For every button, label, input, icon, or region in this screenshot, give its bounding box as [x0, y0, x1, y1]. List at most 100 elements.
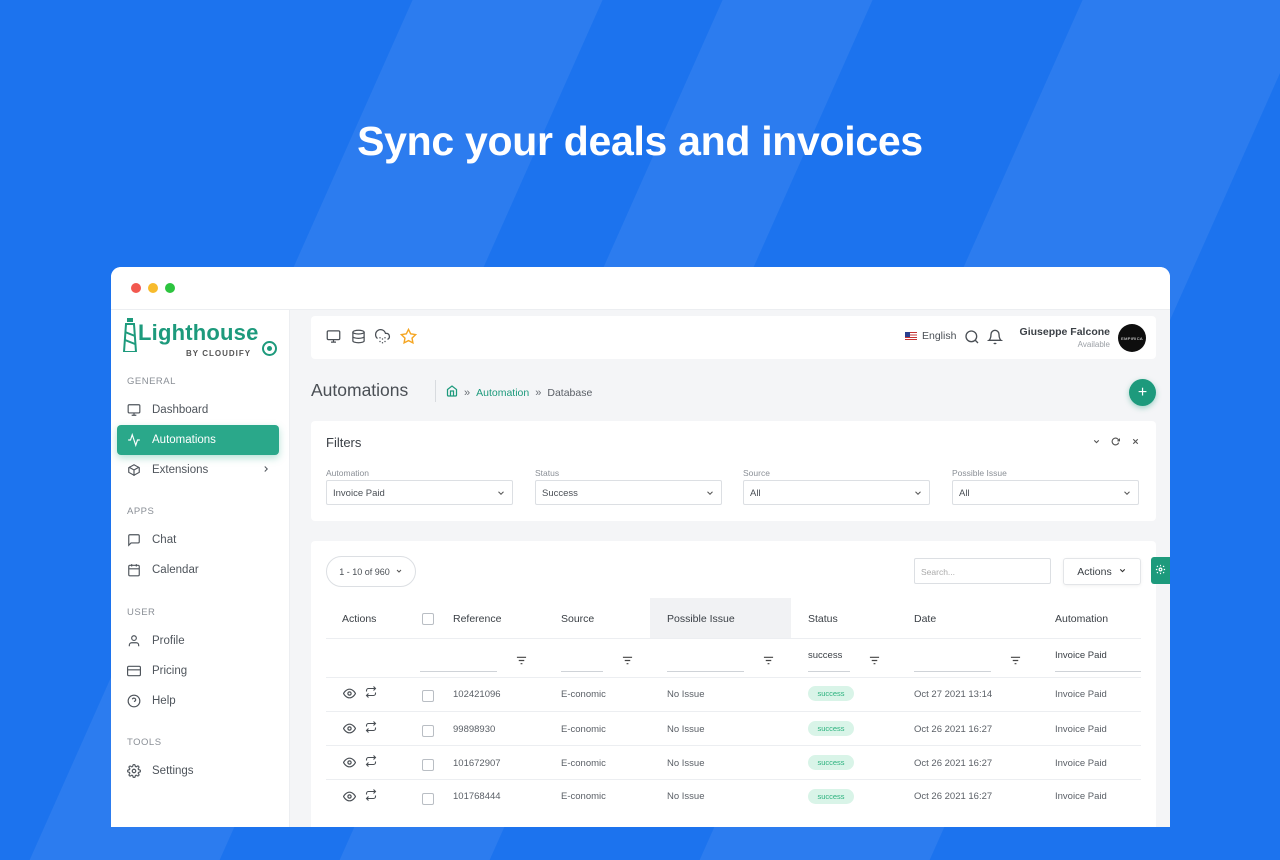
settings-icon: [127, 764, 141, 778]
sidebar-item-pricing[interactable]: Pricing: [117, 656, 279, 686]
sidebar-item-extensions[interactable]: Extensions: [117, 455, 279, 485]
cell-reference[interactable]: 99898930: [453, 724, 495, 735]
column-header-reference[interactable]: Reference: [453, 613, 501, 625]
add-automation-button[interactable]: +: [1129, 379, 1156, 406]
pagination-selector[interactable]: 1 - 10 of 960: [326, 556, 416, 587]
filter-icon[interactable]: [1010, 652, 1021, 670]
collapse-chevron-icon[interactable]: [1092, 437, 1101, 449]
avatar[interactable]: EMPIRICA: [1118, 324, 1146, 352]
window-maximize-dot[interactable]: [165, 283, 175, 293]
cell-possible-issue: No Issue: [667, 689, 705, 700]
sidebar-item-automations[interactable]: Automations: [117, 425, 279, 455]
date-filter-input[interactable]: [914, 671, 991, 672]
filters-title: Filters: [326, 435, 362, 450]
actions-label: Actions: [1077, 565, 1112, 578]
repeat-icon[interactable]: [365, 788, 377, 806]
filter-icon[interactable]: [516, 652, 527, 670]
home-icon[interactable]: [446, 385, 458, 400]
actions-dropdown-button[interactable]: Actions: [1063, 558, 1141, 585]
filter-icon[interactable]: [622, 652, 633, 670]
sidebar-item-profile[interactable]: Profile: [117, 626, 279, 656]
row-checkbox[interactable]: [422, 690, 434, 702]
sidebar-item-label: Profile: [152, 635, 185, 647]
bell-icon[interactable]: [986, 329, 1004, 350]
activity-icon: [127, 433, 141, 447]
chevron-down-icon: [705, 488, 715, 501]
brand-logo[interactable]: Lighthouse BY CLOUDIFY: [123, 316, 283, 364]
sidebar-item-label: Extensions: [152, 464, 209, 476]
credit-card-icon: [127, 664, 141, 678]
sidebar-item-dashboard[interactable]: Dashboard: [117, 395, 279, 425]
column-header-status[interactable]: Status: [808, 613, 838, 625]
repeat-icon[interactable]: [365, 720, 377, 738]
refresh-icon[interactable]: [1111, 437, 1121, 449]
cell-possible-issue: No Issue: [667, 758, 705, 769]
cell-date: Oct 26 2021 16:27: [914, 758, 993, 769]
reference-filter-input[interactable]: [420, 671, 497, 672]
eye-icon[interactable]: [342, 721, 357, 739]
filter-select-automation[interactable]: Invoice Paid: [326, 480, 513, 505]
filter-select-possible-issue[interactable]: All: [952, 480, 1139, 505]
chevron-down-icon: [1122, 488, 1132, 501]
search-input[interactable]: Search...: [914, 558, 1051, 584]
database-icon[interactable]: [351, 329, 366, 349]
sidebar-item-settings[interactable]: Settings: [117, 756, 279, 786]
column-header-source[interactable]: Source: [561, 613, 594, 625]
window-minimize-dot[interactable]: [148, 283, 158, 293]
chevron-right-icon: [261, 463, 271, 478]
select-all-checkbox[interactable]: [422, 613, 434, 625]
cloud-icon[interactable]: [374, 329, 391, 349]
sidebar-item-label: Pricing: [152, 665, 188, 677]
breadcrumb: » Automation » Database: [446, 385, 592, 400]
automation-filter-value[interactable]: Invoice Paid: [1055, 650, 1107, 661]
eye-icon[interactable]: [342, 686, 357, 704]
cell-reference[interactable]: 102421096: [453, 689, 501, 700]
automation-filter-input[interactable]: [1055, 671, 1141, 672]
row-checkbox[interactable]: [422, 759, 434, 771]
row-checkbox[interactable]: [422, 725, 434, 737]
pager-label: 1 - 10 of 960: [339, 566, 390, 577]
window-close-dot[interactable]: [131, 283, 141, 293]
column-header-automation[interactable]: Automation: [1055, 613, 1108, 625]
cell-reference[interactable]: 101768444: [453, 791, 501, 802]
sidebar-item-calendar[interactable]: Calendar: [117, 555, 279, 585]
cell-date: Oct 26 2021 16:27: [914, 724, 993, 735]
filter-icon[interactable]: [763, 652, 774, 670]
filter-select-source[interactable]: All: [743, 480, 930, 505]
us-flag-icon: [905, 332, 917, 340]
star-icon[interactable]: [399, 327, 418, 350]
eye-icon[interactable]: [342, 755, 357, 773]
filter-label-possible-issue: Possible Issue: [952, 468, 1007, 478]
column-header-date[interactable]: Date: [914, 613, 936, 625]
cell-reference[interactable]: 101672907: [453, 758, 501, 769]
chevron-down-icon: [496, 488, 506, 501]
repeat-icon[interactable]: [365, 685, 377, 703]
close-icon[interactable]: [1131, 437, 1140, 449]
monitor-icon[interactable]: [326, 329, 341, 349]
sidebar-item-help[interactable]: Help: [117, 686, 279, 716]
status-filter-input[interactable]: [808, 671, 850, 672]
filter-icon[interactable]: [869, 652, 880, 670]
source-filter-input[interactable]: [561, 671, 603, 672]
status-filter-value[interactable]: success: [808, 650, 842, 661]
possible-issue-filter-input[interactable]: [667, 671, 744, 672]
chat-icon: [127, 533, 141, 547]
search-icon[interactable]: [964, 329, 980, 350]
breadcrumb-link-automation[interactable]: Automation: [476, 387, 529, 399]
plus-icon: +: [1137, 383, 1148, 401]
language-selector[interactable]: English: [905, 330, 956, 342]
lighthouse-logo-icon: [123, 318, 137, 352]
help-circle-icon: [127, 694, 141, 708]
breadcrumb-separator-icon: »: [535, 386, 542, 399]
filter-select-status[interactable]: Success: [535, 480, 722, 505]
cell-source: E-conomic: [561, 724, 606, 735]
repeat-icon[interactable]: [365, 754, 377, 772]
cell-automation: Invoice Paid: [1055, 724, 1107, 735]
column-header-possible-issue[interactable]: Possible Issue: [667, 613, 735, 625]
user-name[interactable]: Giuseppe Falcone: [1020, 326, 1110, 338]
row-checkbox[interactable]: [422, 793, 434, 805]
table-settings-button[interactable]: [1151, 557, 1170, 584]
eye-icon[interactable]: [342, 789, 357, 807]
brand-name: Lighthouse: [138, 320, 259, 345]
sidebar-item-chat[interactable]: Chat: [117, 525, 279, 555]
